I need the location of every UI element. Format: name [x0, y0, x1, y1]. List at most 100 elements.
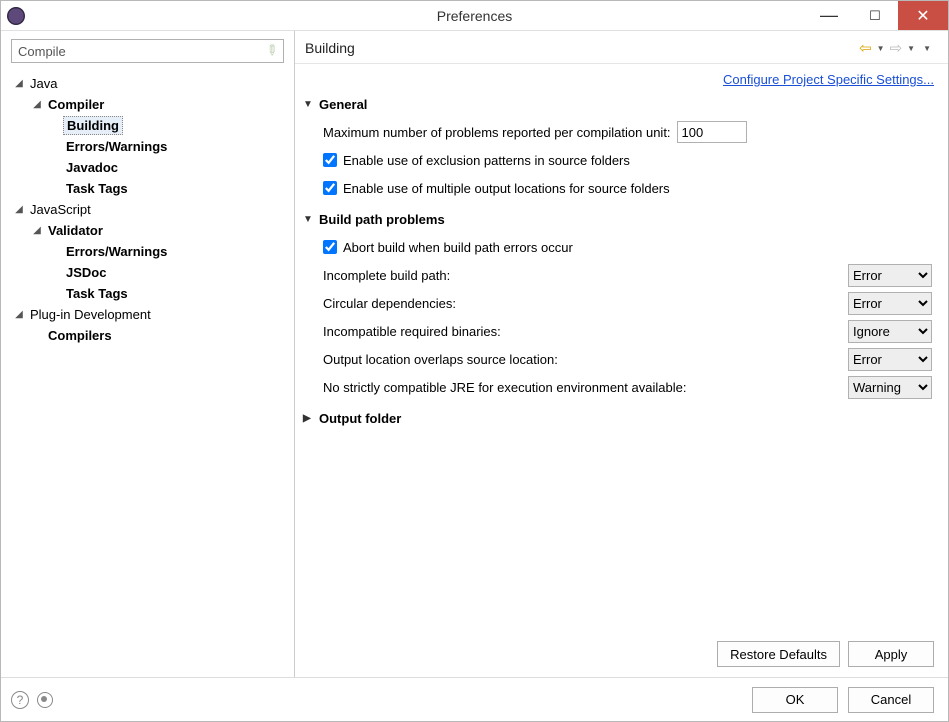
- tree-twisty-icon[interactable]: ◢: [13, 309, 25, 320]
- abort-build-checkbox-label[interactable]: Abort build when build path errors occur: [323, 240, 573, 255]
- close-button[interactable]: ✕: [898, 1, 948, 30]
- section-buildpath-header[interactable]: ▼ Build path problems: [303, 212, 934, 227]
- nav-back-icon[interactable]: ⇦: [859, 39, 872, 57]
- buildpath-setting-label: Incomplete build path:: [323, 268, 450, 283]
- sidebar: ✎ ◢Java◢Compiler◢Building◢Errors/Warning…: [1, 31, 295, 677]
- panel-header: Building ⇦ ▼ ⇨ ▼ ▼: [295, 31, 948, 64]
- tree-twisty-icon: ◢: [49, 183, 61, 194]
- tree-item[interactable]: ◢JavaScript: [9, 199, 290, 220]
- tree-item-label: Errors/Warnings: [63, 138, 170, 155]
- tree-item[interactable]: ◢Compilers: [9, 325, 290, 346]
- dialog-buttons: OK Cancel: [752, 687, 934, 713]
- panel-title: Building: [305, 40, 355, 56]
- tree-item-label: Validator: [45, 222, 106, 239]
- window-controls: — ☐ ✕: [806, 1, 948, 30]
- section-general-header[interactable]: ▼ General: [303, 97, 934, 112]
- nav-forward-menu-icon[interactable]: ▼: [904, 44, 918, 53]
- tree-item[interactable]: ◢Building: [9, 115, 290, 136]
- nav-extra-menu-icon[interactable]: ▼: [920, 44, 934, 53]
- tree-item[interactable]: ◢JSDoc: [9, 262, 290, 283]
- title-bar: Preferences — ☐ ✕: [1, 1, 948, 31]
- buildpath-setting-label: Incompatible required binaries:: [323, 324, 501, 339]
- apply-button[interactable]: Apply: [848, 641, 934, 667]
- tree-twisty-icon: ◢: [49, 246, 61, 257]
- exclusion-patterns-text: Enable use of exclusion patterns in sour…: [343, 153, 630, 168]
- tree-item[interactable]: ◢Errors/Warnings: [9, 136, 290, 157]
- section-buildpath-twisty-icon: ▼: [303, 214, 313, 225]
- tree-item[interactable]: ◢Java: [9, 73, 290, 94]
- tree-item[interactable]: ◢Task Tags: [9, 178, 290, 199]
- tree-twisty-icon: ◢: [49, 288, 61, 299]
- max-problems-label: Maximum number of problems reported per …: [323, 125, 671, 140]
- section-buildpath-title: Build path problems: [319, 212, 445, 227]
- buildpath-setting-select[interactable]: ErrorWarningIgnore: [848, 264, 932, 287]
- buildpath-setting-row: Circular dependencies: ErrorWarningIgnore: [323, 289, 934, 317]
- search-input[interactable]: [11, 39, 284, 63]
- tree-item-label: Compiler: [45, 96, 107, 113]
- tree-twisty-icon[interactable]: ◢: [31, 225, 43, 236]
- section-output-folder-header[interactable]: ▶ Output folder: [303, 411, 934, 426]
- tree-item[interactable]: ◢Errors/Warnings: [9, 241, 290, 262]
- tree-item-label: Javadoc: [63, 159, 121, 176]
- settings-panel: Building ⇦ ▼ ⇨ ▼ ▼ Configure Project Spe…: [295, 31, 948, 677]
- buildpath-setting-select[interactable]: ErrorWarningIgnore: [848, 348, 932, 371]
- buildpath-setting-select[interactable]: ErrorWarningIgnore: [848, 320, 932, 343]
- maximize-button[interactable]: ☐: [852, 1, 898, 30]
- tree-twisty-icon: ◢: [49, 162, 61, 173]
- restore-defaults-button[interactable]: Restore Defaults: [717, 641, 840, 667]
- section-general-body: Maximum number of problems reported per …: [303, 118, 934, 202]
- multi-output-row: Enable use of multiple output locations …: [323, 174, 934, 202]
- abort-build-text: Abort build when build path errors occur: [343, 240, 573, 255]
- app-icon: [7, 7, 25, 25]
- buildpath-setting-select[interactable]: ErrorWarningIgnore: [848, 376, 932, 399]
- tree-item-label: JavaScript: [27, 201, 94, 218]
- nav-forward-icon[interactable]: ⇨: [890, 39, 903, 57]
- help-icons: ?: [11, 691, 53, 709]
- import-export-icon[interactable]: [37, 692, 53, 708]
- max-problems-row: Maximum number of problems reported per …: [323, 118, 934, 146]
- buildpath-setting-row: Incomplete build path: ErrorWarningIgnore: [323, 261, 934, 289]
- tree-item[interactable]: ◢Task Tags: [9, 283, 290, 304]
- preferences-tree[interactable]: ◢Java◢Compiler◢Building◢Errors/Warnings◢…: [9, 69, 290, 673]
- exclusion-patterns-checkbox[interactable]: [323, 153, 337, 167]
- tree-twisty-icon: ◢: [49, 267, 61, 278]
- configure-project-link-row: Configure Project Specific Settings...: [303, 72, 934, 87]
- bottom-bar: ? OK Cancel: [1, 677, 948, 721]
- minimize-button[interactable]: —: [806, 1, 852, 30]
- tree-item-label: Java: [27, 75, 60, 92]
- section-general-title: General: [319, 97, 367, 112]
- tree-item-label: Plug-in Development: [27, 306, 154, 323]
- multi-output-checkbox[interactable]: [323, 181, 337, 195]
- tree-item-label: Compilers: [45, 327, 115, 344]
- max-problems-input[interactable]: [677, 121, 747, 143]
- tree-item[interactable]: ◢Compiler: [9, 94, 290, 115]
- buildpath-setting-select[interactable]: ErrorWarningIgnore: [848, 292, 932, 315]
- tree-item-label: Task Tags: [63, 180, 131, 197]
- multi-output-checkbox-label[interactable]: Enable use of multiple output locations …: [323, 181, 670, 196]
- tree-item[interactable]: ◢Plug-in Development: [9, 304, 290, 325]
- multi-output-text: Enable use of multiple output locations …: [343, 181, 670, 196]
- abort-build-row: Abort build when build path errors occur: [323, 233, 934, 261]
- tree-item[interactable]: ◢Validator: [9, 220, 290, 241]
- abort-build-checkbox[interactable]: [323, 240, 337, 254]
- ok-button[interactable]: OK: [752, 687, 838, 713]
- panel-body: Configure Project Specific Settings... ▼…: [295, 64, 948, 633]
- buildpath-setting-row: No strictly compatible JRE for execution…: [323, 373, 934, 401]
- tree-item-label: Building: [63, 116, 123, 135]
- exclusion-patterns-row: Enable use of exclusion patterns in sour…: [323, 146, 934, 174]
- tree-twisty-icon[interactable]: ◢: [13, 204, 25, 215]
- tree-twisty-icon: ◢: [31, 330, 43, 341]
- buildpath-setting-label: No strictly compatible JRE for execution…: [323, 380, 686, 395]
- cancel-button[interactable]: Cancel: [848, 687, 934, 713]
- buildpath-setting-label: Circular dependencies:: [323, 296, 456, 311]
- configure-project-link[interactable]: Configure Project Specific Settings...: [723, 72, 934, 87]
- section-output-folder-title: Output folder: [319, 411, 401, 426]
- section-general-twisty-icon: ▼: [303, 99, 313, 110]
- tree-twisty-icon[interactable]: ◢: [31, 99, 43, 110]
- buildpath-setting-label: Output location overlaps source location…: [323, 352, 558, 367]
- tree-item[interactable]: ◢Javadoc: [9, 157, 290, 178]
- tree-twisty-icon[interactable]: ◢: [13, 78, 25, 89]
- nav-back-menu-icon[interactable]: ▼: [874, 44, 888, 53]
- exclusion-patterns-checkbox-label[interactable]: Enable use of exclusion patterns in sour…: [323, 153, 630, 168]
- help-icon[interactable]: ?: [11, 691, 29, 709]
